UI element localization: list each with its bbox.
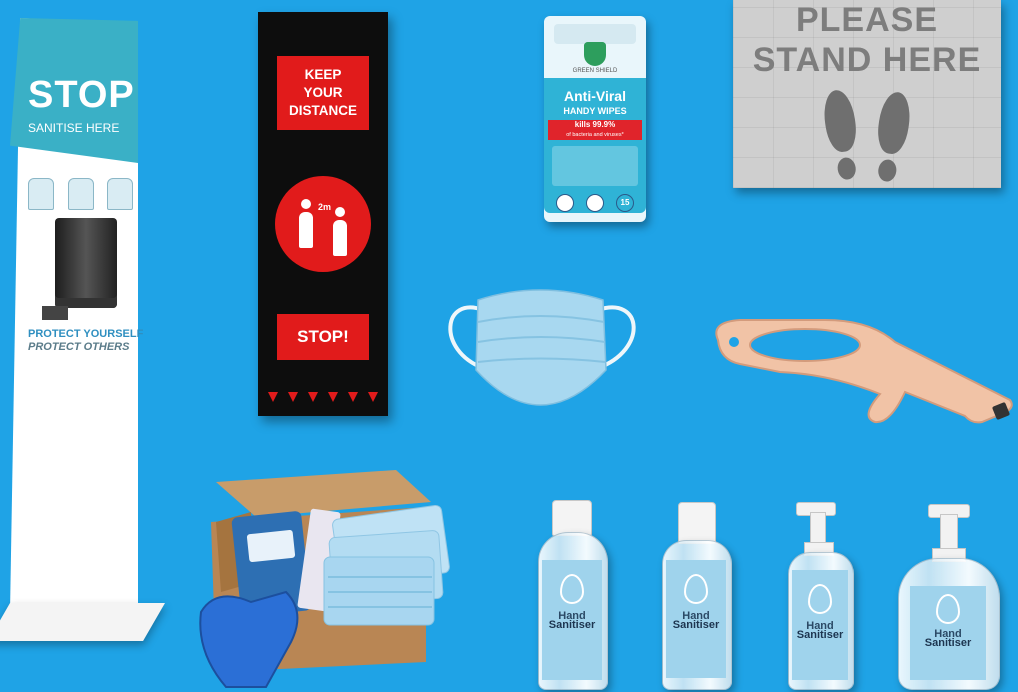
eco-badge-icon: [586, 194, 604, 212]
wipes-title: Anti-Viral: [564, 88, 626, 104]
dispenser-nozzle: [42, 306, 68, 320]
flip-cap: [552, 500, 592, 536]
social-distance-icon: 2m: [275, 176, 371, 272]
distance-text: DISTANCE: [288, 103, 357, 118]
banner-stop-box: STOP!: [277, 314, 369, 360]
water-drop-icon: [560, 574, 584, 604]
pouch-label: [246, 529, 296, 563]
sanitiser-pump-bottle: Hand Sanitiser: [784, 502, 856, 690]
uk-flag-icon: [556, 194, 574, 212]
stand-stop-text: STOP: [28, 74, 135, 116]
wipes-count-badge: 15: [616, 194, 634, 212]
stand-instruction-icons: [28, 178, 133, 210]
dispenser-unit: [55, 218, 117, 308]
wipes-kills-strip: kills 99.9% of bacteria and viruses*: [548, 120, 642, 140]
wipes-subtitle: HANDY WIPES: [563, 106, 627, 116]
down-arrow-icon: [328, 392, 338, 402]
mask-body: [475, 289, 607, 406]
masks-stack: [323, 504, 450, 626]
person-icon: [333, 207, 347, 256]
hand-rub-step-icon: [67, 178, 94, 210]
down-arrow-icon: [268, 392, 278, 402]
shield-logo-icon: [584, 42, 606, 66]
floor-please: PLEASE: [795, 1, 939, 39]
wipes-kills: kills 99.9%: [574, 120, 616, 129]
wipes-badges: 15: [556, 194, 634, 212]
sanitiser-pump-bottle-large: Hand Sanitiser: [896, 502, 1000, 690]
bottle-label: Hand Sanitiser: [542, 560, 602, 680]
label-sanitiser: Sanitiser: [672, 619, 720, 631]
wipes-kills-sub: of bacteria and viruses*: [566, 132, 624, 138]
person-icon: [299, 199, 313, 248]
distance-label: 2m: [318, 202, 332, 212]
sanitiser-bottle-medium: Hand Sanitiser: [660, 502, 732, 690]
ppe-kit-box: [199, 470, 450, 688]
keep-distance-banner: KEEP YOUR DISTANCE 2m STOP!: [258, 12, 388, 416]
down-arrow-icon: [288, 392, 298, 402]
down-arrow-icon: [368, 392, 378, 402]
footprint-left-icon: [820, 88, 860, 154]
door-opener-hole: [749, 328, 861, 362]
your-text: YOUR: [303, 85, 343, 100]
footprint-right-icon: [874, 90, 914, 156]
face-mask: [448, 289, 636, 406]
sanitiser-stand: STOP SANITISE HERE PROTECT YOURSELF PROT…: [0, 18, 166, 643]
keyring-hole: [729, 337, 739, 347]
floor-stand-here: STAND HERE: [752, 41, 982, 79]
hand-dry-step-icon: [107, 178, 133, 210]
pump-stem: [940, 514, 958, 552]
floor-sticker: PLEASE STAND HERE: [733, 0, 1001, 188]
keep-text: KEEP: [304, 67, 342, 82]
stand-subtitle: SANITISE HERE: [28, 121, 120, 135]
pump-stem: [810, 512, 826, 546]
bottle-label: Hand Sanitiser: [666, 560, 726, 678]
flip-cap: [678, 502, 716, 544]
label-sanitiser: Sanitiser: [924, 637, 972, 649]
door-opener-tool: [715, 319, 1013, 424]
wipes-info-panel: [552, 146, 638, 186]
keep-distance-box: KEEP YOUR DISTANCE: [277, 56, 369, 130]
stand-protect-others: PROTECT OTHERS: [28, 341, 130, 353]
water-drop-icon: [936, 594, 960, 624]
stand-protect-yourself: PROTECT YOURSELF: [28, 328, 144, 340]
wipes-brand: GREEN SHIELD: [572, 68, 618, 74]
wipes-resealable-cap: [554, 24, 636, 44]
water-drop-icon: [684, 574, 708, 604]
bottle-label: Hand Sanitiser: [792, 570, 848, 680]
nitrile-gloves: [199, 590, 299, 688]
label-sanitiser: Sanitiser: [796, 629, 844, 641]
down-arrow-icon: [308, 392, 318, 402]
down-arrow-icon: [348, 392, 358, 402]
bottle-label: Hand Sanitiser: [910, 586, 986, 680]
banner-arrows: [268, 392, 378, 402]
anti-viral-wipes-pack: GREEN SHIELD Anti-Viral HANDY WIPES kill…: [544, 16, 646, 222]
hand-wash-step-icon: [28, 178, 54, 210]
stand-base: [0, 603, 166, 641]
water-drop-icon: [808, 584, 832, 614]
sanitiser-bottle-small: Hand Sanitiser: [536, 500, 608, 690]
label-sanitiser: Sanitiser: [548, 619, 596, 631]
